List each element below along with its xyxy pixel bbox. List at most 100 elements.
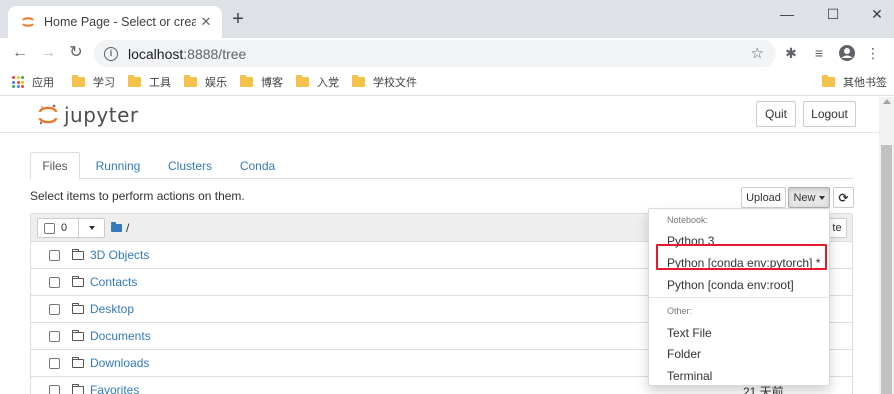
item-name[interactable]: 3D Objects [90, 248, 149, 262]
extensions-puzzle-icon[interactable]: ✱ [782, 44, 800, 62]
select-all-checkbox[interactable]: 0 [37, 218, 79, 238]
browser-toolbar: ← → ↻ i localhost:8888/tree ☆ ✱ ≡ ⋮ [0, 38, 894, 68]
row-checkbox[interactable] [49, 276, 60, 288]
scroll-up-arrow-icon[interactable] [883, 99, 891, 104]
tab-running[interactable]: Running [88, 152, 148, 179]
minimize-icon[interactable]: — [772, 4, 802, 24]
bookmark-label: 学校文件 [373, 77, 417, 89]
folder-icon [128, 75, 141, 87]
jupyter-page: jupyter Quit Logout Files Running Cluste… [0, 97, 879, 394]
address-bar[interactable]: i localhost:8888/tree ☆ [94, 40, 776, 67]
url-path: :8888/tree [183, 45, 247, 62]
new-button-label: New [793, 191, 816, 204]
bookmark-folder[interactable]: 博客 [240, 74, 283, 90]
page-scrollbar[interactable] [879, 97, 894, 394]
folder-icon [184, 75, 197, 87]
other-bookmarks[interactable]: 其他书签 [822, 74, 887, 90]
item-name[interactable]: Favorites [90, 383, 139, 394]
forward-arrow-icon[interactable]: → [38, 43, 58, 63]
jupyter-logo-icon [38, 104, 58, 125]
row-checkbox[interactable] [49, 384, 60, 394]
close-tab-icon[interactable]: ✕ [198, 14, 214, 30]
folder-icon [240, 75, 253, 87]
bookmark-label: 入党 [317, 77, 339, 89]
folder-icon [72, 383, 84, 394]
item-name[interactable]: Contacts [90, 275, 137, 289]
media-queue-icon[interactable]: ≡ [810, 44, 828, 62]
folder-icon [822, 75, 835, 87]
bookmark-folder[interactable]: 学校文件 [352, 74, 417, 90]
row-checkbox[interactable] [49, 357, 60, 369]
upload-button[interactable]: Upload [741, 187, 786, 208]
menu-kebab-icon[interactable]: ⋮ [864, 44, 882, 62]
menu-item-terminal[interactable]: Terminal [667, 369, 712, 383]
maximize-icon[interactable]: ☐ [818, 4, 848, 24]
sort-partial-button[interactable]: te [827, 218, 847, 238]
jupyter-logo-text: jupyter [64, 103, 139, 127]
bookmark-apps[interactable]: 应用 [12, 74, 54, 90]
quit-button[interactable]: Quit [756, 101, 796, 127]
tab-clusters[interactable]: Clusters [160, 152, 220, 179]
bookmark-folder[interactable]: 娱乐 [184, 74, 227, 90]
folder-icon [352, 75, 365, 87]
menu-divider [649, 297, 829, 298]
folder-icon [72, 356, 84, 368]
browser-tab[interactable]: Home Page - Select or create a notebook … [8, 6, 222, 38]
new-tab-icon[interactable]: + [228, 9, 248, 30]
caret-down-icon [88, 226, 95, 230]
bookmark-label: 应用 [32, 77, 54, 89]
selected-count: 0 [61, 222, 68, 234]
bookmark-label: 学习 [93, 77, 115, 89]
row-checkbox[interactable] [49, 249, 60, 261]
tab-files[interactable]: Files [30, 152, 80, 180]
back-arrow-icon[interactable]: ← [10, 43, 30, 63]
jupyter-logo[interactable]: jupyter [38, 103, 139, 127]
menu-item-text-file[interactable]: Text File [667, 326, 712, 340]
item-name[interactable]: Desktop [90, 302, 134, 316]
browser-tab-strip: Home Page - Select or create a notebook … [0, 0, 894, 38]
jupyter-header: jupyter Quit Logout [0, 97, 879, 133]
folder-icon [72, 275, 84, 287]
window-close-icon[interactable]: ✕ [862, 4, 892, 24]
folder-icon [72, 329, 84, 341]
notebook-section-header: Notebook: [667, 215, 709, 225]
url-host: localhost [128, 45, 184, 62]
bookmark-label: 娱乐 [205, 77, 227, 89]
row-checkbox[interactable] [49, 330, 60, 342]
address-url: localhost:8888/tree [128, 46, 246, 62]
highlight-annotation [656, 244, 827, 270]
scrollbar-thumb[interactable] [881, 145, 892, 394]
select-all-group: 0 [37, 218, 105, 238]
breadcrumb[interactable]: / [111, 221, 129, 235]
folder-icon [72, 248, 84, 260]
tab-conda[interactable]: Conda [230, 152, 285, 179]
bookmark-folder[interactable]: 入党 [296, 74, 339, 90]
breadcrumb-root: / [126, 221, 130, 235]
refresh-icon[interactable]: ⟳ [833, 187, 854, 208]
new-dropdown-menu: Notebook: Python 3 Python [conda env:pyt… [648, 208, 830, 386]
bookmark-folder[interactable]: 工具 [128, 74, 171, 90]
item-name[interactable]: Documents [90, 329, 151, 343]
bookmark-label: 博客 [261, 77, 283, 89]
logout-button[interactable]: Logout [803, 101, 856, 127]
new-dropdown-button[interactable]: New [788, 187, 830, 208]
jupyter-tabs: Files Running Clusters Conda [30, 152, 853, 180]
bookmark-label: 其他书签 [843, 77, 887, 89]
profile-avatar-icon[interactable] [838, 44, 856, 62]
apps-grid-icon [12, 76, 24, 88]
checkbox[interactable] [44, 222, 55, 234]
site-info-icon[interactable]: i [104, 46, 118, 61]
caret-down-icon [818, 195, 825, 200]
menu-item-folder[interactable]: Folder [667, 347, 701, 361]
folder-icon [72, 75, 85, 87]
selection-hint: Select items to perform actions on them. [30, 189, 245, 203]
folder-icon [72, 302, 84, 314]
menu-item-python-root[interactable]: Python [conda env:root] [667, 278, 794, 292]
item-name[interactable]: Downloads [90, 356, 149, 370]
row-checkbox[interactable] [49, 303, 60, 315]
reload-icon[interactable]: ↻ [66, 43, 86, 63]
bookmark-folder[interactable]: 学习 [72, 74, 115, 90]
select-menu-toggle[interactable] [79, 218, 105, 238]
browser-tab-title: Home Page - Select or create a notebook [44, 15, 196, 29]
bookmark-star-icon[interactable]: ☆ [751, 44, 764, 62]
